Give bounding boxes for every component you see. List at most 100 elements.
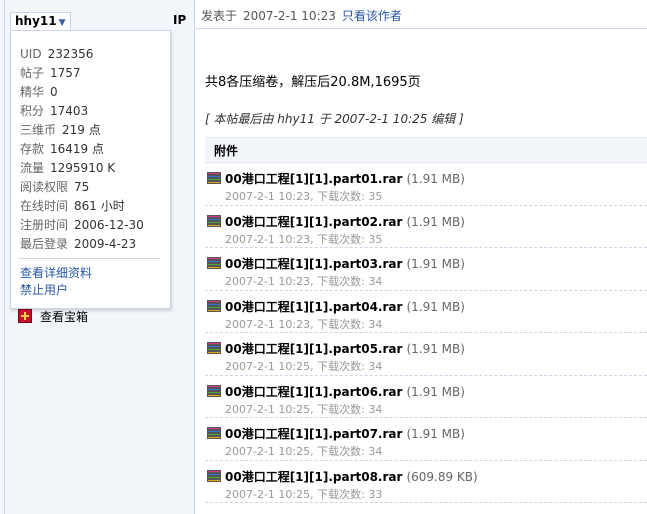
attachment-download-link[interactable]: 00港口工程[1][1].part08.rar (609.89 KB) [225, 468, 478, 485]
attachment-item: 00港口工程[1][1].part07.rar (1.91 MB) 2007-2-1… [205, 418, 647, 461]
profile-stat-key: 精华 [20, 85, 45, 99]
attachment-size: (1.91 MB) [406, 172, 465, 186]
profile-stat-value: 1757 [50, 66, 81, 80]
profile-stat-value: 2009-4-23 [74, 237, 137, 251]
profile-stat-row: 注册时间 2006-12-30 [20, 216, 144, 235]
profile-stat-row: 帖子 1757 [20, 64, 144, 83]
profile-stat-row: 三维币 219 点 [20, 121, 144, 140]
attachment-meta: 2007-2-1 10:23, 下载次数: 35 [225, 232, 383, 246]
attachment-item: 00港口工程[1][1].part02.rar (1.91 MB) 2007-2-1… [205, 206, 647, 248]
profile-stat-value: 1295910 K [50, 161, 116, 175]
column-divider [4, 0, 5, 514]
attachment-name: 00港口工程[1][1].part03.rar [225, 257, 403, 271]
post-column: 发表于 2007-2-1 10:23 只看该作者 共8各压缩卷，解压后20.8M,1… [195, 0, 647, 514]
attachment-meta: 2007-2-1 10:25, 下载次数: 34 [225, 402, 383, 416]
rar-archive-icon [207, 427, 221, 441]
attachment-list: 00港口工程[1][1].part01.rar (1.91 MB) 2007-2-1… [205, 163, 647, 503]
rar-archive-icon [207, 172, 221, 186]
user-info-popup: UID 232356 帖子 1757 精华 0 积分 17403 三维币 219 点存款 16419… [10, 30, 171, 309]
attachment-download-link[interactable]: 00港口工程[1][1].part01.rar (1.91 MB) [225, 170, 465, 187]
attachment-download-link[interactable]: 00港口工程[1][1].part02.rar (1.91 MB) [225, 213, 465, 230]
attachment-name: 00港口工程[1][1].part07.rar [225, 427, 403, 441]
rar-archive-icon [207, 469, 221, 484]
profile-stats: UID 232356 帖子 1757 精华 0 积分 17403 三维币 219 点存款 16419… [20, 45, 144, 254]
username: hhy11 [15, 14, 57, 28]
profile-stat-value: 2006-12-30 [74, 218, 144, 232]
attachment-name: 00港口工程[1][1].part05.rar [225, 342, 403, 356]
profile-stat-row: 积分 17403 [20, 102, 144, 121]
posted-label: 发表于 [201, 9, 238, 23]
attachment-meta: 2007-2-1 10:25, 下载次数: 33 [225, 487, 383, 501]
profile-stat-row: 流量 1295910 K [20, 159, 144, 178]
attachment-item: 00港口工程[1][1].part06.rar (1.91 MB) 2007-2-1… [205, 376, 647, 418]
profile-stat-key: 存款 [20, 142, 45, 156]
attachment-meta: 2007-2-1 10:25, 下载次数: 34 [225, 360, 383, 373]
profile-stat-key: 帖子 [20, 66, 45, 80]
attachment-download-link[interactable]: 00港口工程[1][1].part05.rar (1.91 MB) [225, 340, 465, 357]
ban-user-link[interactable]: 禁止用户 [20, 281, 68, 298]
rar-archive-icon [207, 342, 221, 356]
profile-stat-value: 861 小时 [74, 199, 125, 213]
profile-stat-value: 232356 [47, 47, 94, 61]
attachment-name: 00港口工程[1][1].part02.rar [225, 214, 403, 229]
profile-stat-key: 三维币 [20, 123, 57, 137]
attachment-meta: 2007-2-1 10:23, 下载次数: 34 [225, 317, 383, 331]
attachment-name: 00港口工程[1][1].part04.rar [225, 299, 403, 314]
profile-stat-row: 存款 16419 点 [20, 140, 144, 159]
attachment-meta: 2007-2-1 10:25, 下载次数: 34 [225, 445, 383, 458]
rar-archive-icon [207, 299, 221, 314]
chevron-down-icon: ▼ [58, 18, 66, 28]
attachments-label: 附件 [214, 144, 239, 158]
attachment-meta: 2007-2-1 10:23, 下载次数: 34 [225, 275, 383, 288]
rar-archive-icon [207, 384, 221, 399]
attachment-download-link[interactable]: 00港口工程[1][1].part03.rar (1.91 MB) [225, 255, 465, 272]
attachment-meta: 2007-2-1 10:23, 下载次数: 35 [225, 190, 383, 203]
attachment-name: 00港口工程[1][1].part01.rar [225, 172, 403, 186]
profile-stat-row: 阅读权限 75 [20, 178, 144, 197]
profile-stat-key: UID [20, 47, 42, 61]
attachment-item: 00港口工程[1][1].part08.rar (609.89 KB) 2007-2… [205, 461, 647, 503]
attachment-item: 00港口工程[1][1].part01.rar (1.91 MB) 2007-2-1… [205, 163, 647, 206]
attachment-item: 00港口工程[1][1].part04.rar (1.91 MB) 2007-2-1… [205, 291, 647, 333]
attachment-size: (1.91 MB) [406, 427, 465, 441]
popup-divider [19, 258, 160, 259]
attachment-download-link[interactable]: 00港口工程[1][1].part04.rar (1.91 MB) [225, 298, 465, 315]
attachment-name: 00港口工程[1][1].part08.rar [225, 469, 403, 484]
profile-stat-row: UID 232356 [20, 45, 144, 64]
attachments-header: 附件 [205, 137, 647, 163]
attachment-size: (1.91 MB) [406, 257, 465, 271]
posted-time: 2007-2-1 10:23 [243, 9, 336, 23]
profile-stat-value: 17403 [50, 104, 89, 118]
profile-stat-key: 在线时间 [20, 199, 69, 213]
attachment-size: (1.91 MB) [406, 384, 465, 399]
post-summary: 共8各压缩卷，解压后20.8M,1695页 [205, 75, 421, 90]
profile-stat-key: 积分 [20, 104, 45, 118]
profile-stat-key: 注册时间 [20, 218, 69, 232]
treasure-box-link[interactable]: 查看宝箱 [18, 307, 88, 325]
profile-stat-value: 75 [74, 180, 90, 194]
post-meta: 发表于 2007-2-1 10:23 只看该作者 [201, 7, 402, 24]
treasure-box-label: 查看宝箱 [40, 309, 89, 324]
profile-stat-key: 阅读权限 [20, 180, 69, 194]
author-column: hhy11 ▼ IP UID 232356 帖子 1757 精华 0 积分 17403 三维币 21… [0, 0, 195, 514]
attachment-item: 00港口工程[1][1].part03.rar (1.91 MB) 2007-2-1… [205, 248, 647, 291]
profile-stat-row: 最后登录 2009-4-23 [20, 235, 144, 254]
username-menu-button[interactable]: hhy11 ▼ [10, 12, 71, 31]
view-profile-link[interactable]: 查看详细资料 [20, 264, 92, 281]
ip-label: IP [173, 13, 187, 27]
profile-stat-row: 精华 0 [20, 83, 144, 102]
post-header: 发表于 2007-2-1 10:23 只看该作者 [195, 0, 647, 29]
edit-note: [ 本帖最后由 hhy11 于 2007-2-1 10:25 编辑 ] [205, 112, 464, 126]
attachment-size: (1.91 MB) [406, 214, 465, 229]
profile-stat-value: 0 [50, 85, 58, 99]
attachment-download-link[interactable]: 00港口工程[1][1].part07.rar (1.91 MB) [225, 425, 465, 442]
author-only-link[interactable]: 只看该作者 [342, 9, 402, 23]
attachment-size: (1.91 MB) [406, 342, 465, 356]
profile-stat-value: 219 点 [62, 123, 101, 137]
attachment-name: 00港口工程[1][1].part06.rar [225, 384, 403, 399]
attachment-size: (1.91 MB) [406, 299, 465, 314]
rar-archive-icon [207, 214, 221, 229]
profile-stat-key: 流量 [20, 161, 45, 175]
attachment-download-link[interactable]: 00港口工程[1][1].part06.rar (1.91 MB) [225, 383, 465, 400]
profile-stat-key: 最后登录 [20, 237, 69, 251]
